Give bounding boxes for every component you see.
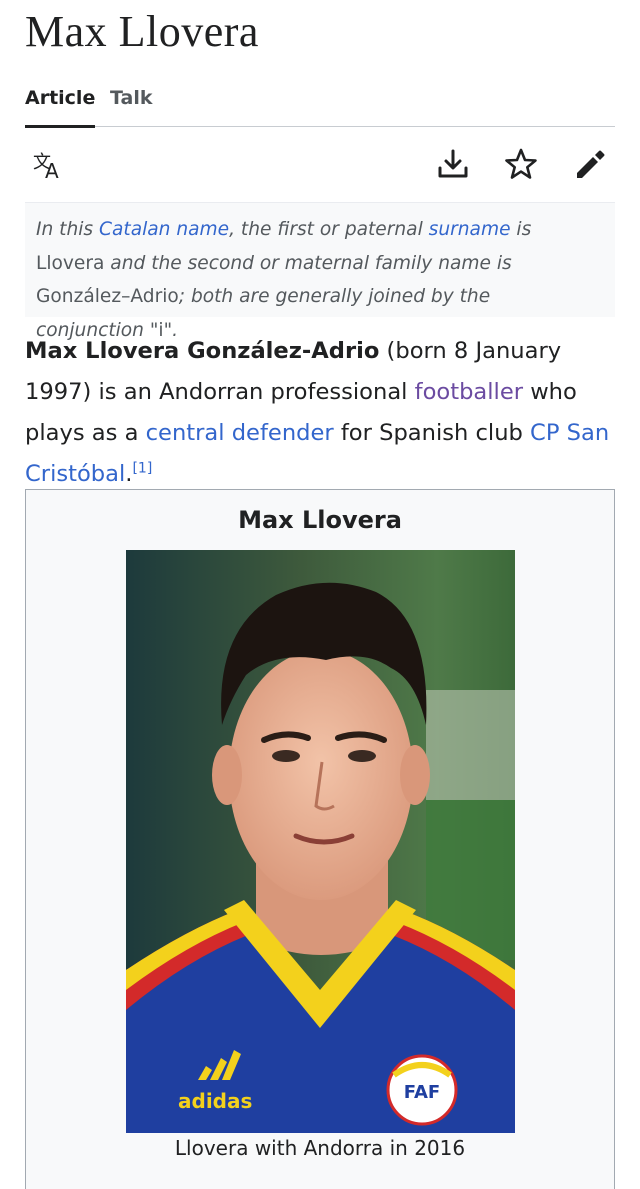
photo-caption: Llovera with Andorra in 2016 xyxy=(174,1136,466,1160)
subject-name: Max Llovera González-Adrio xyxy=(25,338,380,364)
star-icon[interactable] xyxy=(503,146,539,182)
infobox-title: Max Llovera xyxy=(238,506,402,534)
edit-icon[interactable] xyxy=(572,146,608,182)
lead-paragraph: Max Llovera González-Adrio (born 8 Janua… xyxy=(25,331,618,495)
svg-text:A: A xyxy=(45,159,59,182)
tab-article[interactable]: Article xyxy=(25,84,96,128)
adidas-logo-text: adidas xyxy=(178,1089,252,1113)
reference-link[interactable]: [1] xyxy=(132,460,152,476)
lead-text: for Spanish club xyxy=(333,420,531,446)
hatnote-text: is xyxy=(510,219,532,240)
faf-badge-text: FAF xyxy=(404,1082,440,1103)
page-title: Max Llovera xyxy=(25,7,259,56)
infobox: Max Llovera adidas FAF Llovera with Ando… xyxy=(25,489,615,1189)
central-defender-link[interactable]: central defender xyxy=(146,420,334,446)
catalan-name-link[interactable]: Catalan name xyxy=(99,219,229,240)
tab-talk[interactable]: Talk xyxy=(110,84,152,126)
download-icon[interactable] xyxy=(435,146,471,182)
language-icon[interactable]: 文 A xyxy=(30,146,66,183)
hatnote-text: and the second or maternal family name i… xyxy=(104,252,512,274)
player-photo[interactable]: adidas FAF xyxy=(126,550,515,1133)
surname-link[interactable]: surname xyxy=(429,219,511,240)
hatnote-text: In this xyxy=(36,219,100,240)
page-tabs: Article Talk xyxy=(25,84,615,128)
maternal-surname: González–Adrio xyxy=(36,286,179,307)
paternal-surname: Llovera xyxy=(36,252,105,274)
hatnote-text: , the first or paternal xyxy=(229,219,429,240)
hatnote: In this Catalan name, the first or pater… xyxy=(25,203,615,341)
footballer-link[interactable]: footballer xyxy=(415,379,523,405)
page-actions-toolbar: 文 A xyxy=(25,128,615,203)
